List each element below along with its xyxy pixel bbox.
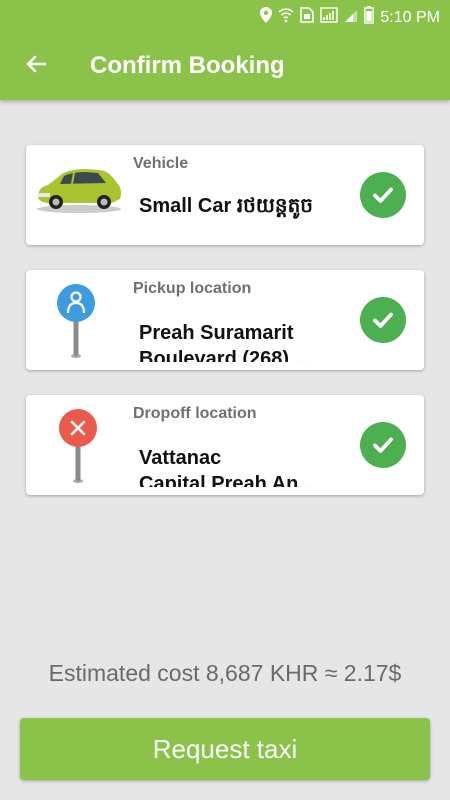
- check-icon: [360, 422, 406, 468]
- app-header: 5:10 PM Confirm Booking: [0, 0, 450, 100]
- signal-icon: [320, 7, 339, 28]
- dropoff-pin-icon: [58, 409, 98, 490]
- wifi-icon: [278, 7, 294, 28]
- dropoff-label: Dropoff location: [133, 405, 257, 422]
- vehicle-value: Small Car រថយន្តតូច: [139, 195, 313, 217]
- pickup-value: Preah Suramarit Boulevard (268),...: [139, 322, 312, 362]
- vehicle-card[interactable]: Vehicle Small Car រថយន្តតូច: [26, 145, 424, 245]
- status-time: 5:10 PM: [380, 8, 440, 26]
- arrow-left-icon: [24, 52, 48, 81]
- vehicle-label: Vehicle: [133, 155, 189, 172]
- signal-icon: [344, 7, 358, 28]
- page-title: Confirm Booking: [90, 52, 285, 79]
- status-bar: 5:10 PM: [0, 0, 450, 32]
- request-taxi-button[interactable]: Request taxi: [20, 718, 430, 780]
- pickup-card[interactable]: Pickup location Preah Suramarit Boulevar…: [26, 270, 424, 370]
- back-button[interactable]: [20, 50, 52, 82]
- app-bar: Confirm Booking: [0, 32, 450, 100]
- estimated-cost: Estimated cost 8,687 KHR ≈ 2.17$: [48, 660, 402, 686]
- pickup-label: Pickup location: [133, 280, 252, 297]
- check-icon: [360, 172, 406, 218]
- battery-icon: [364, 6, 375, 29]
- car-image: [34, 157, 124, 222]
- location-icon: [260, 7, 273, 28]
- dropoff-value: Vattanac Capital,Preah An...: [139, 447, 315, 487]
- sim-icon: [300, 7, 315, 28]
- check-icon: [360, 297, 406, 343]
- status-icons: 5:10 PM: [260, 6, 440, 29]
- dropoff-card[interactable]: Dropoff location Vattanac Capital,Preah …: [26, 395, 424, 495]
- pickup-pin-icon: [56, 284, 96, 365]
